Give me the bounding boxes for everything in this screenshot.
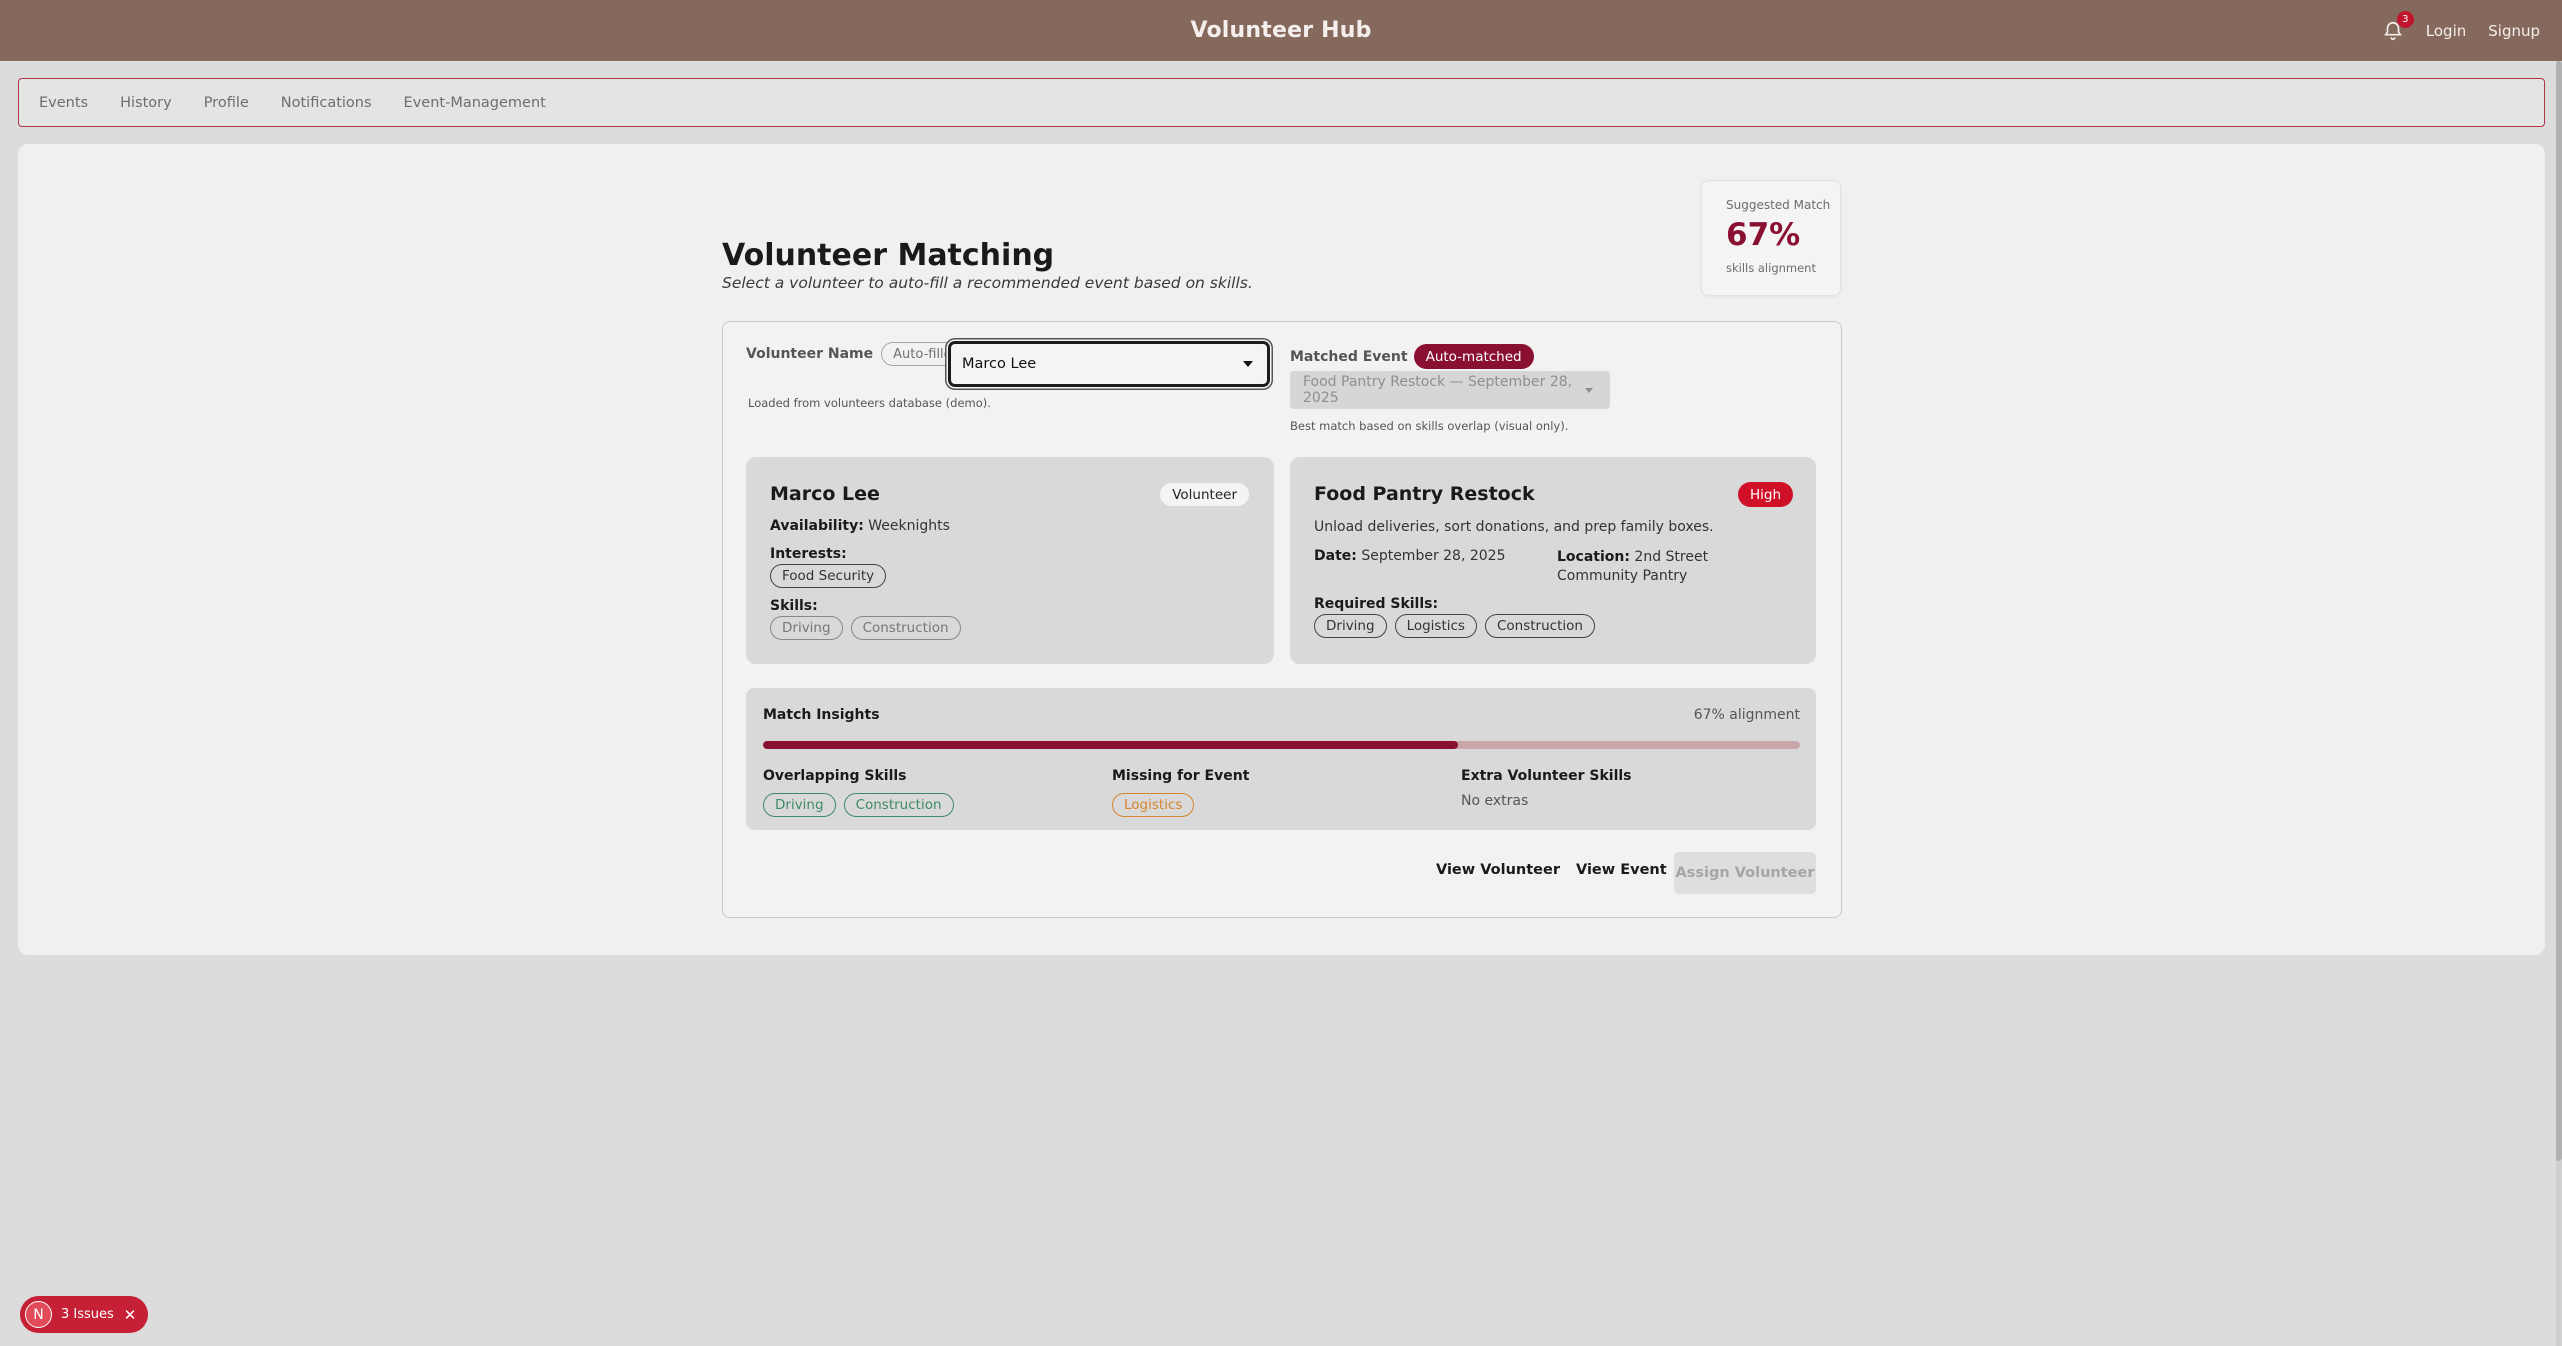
required-skill-tag: Logistics <box>1394 614 1477 638</box>
overlap-skill-tag: Construction <box>843 793 954 817</box>
view-volunteer-button[interactable]: View Volunteer <box>1436 862 1560 878</box>
event-info-card: Food Pantry Restock High Unload deliveri… <box>1290 457 1816 664</box>
top-bar-actions: 3 Login Signup <box>2382 0 2540 61</box>
assign-volunteer-button[interactable]: Assign Volunteer <box>1674 852 1816 894</box>
extra-skills-title: Extra Volunteer Skills <box>1461 768 1632 784</box>
volunteer-select[interactable]: Marco Lee <box>948 341 1270 387</box>
matched-event-select: Food Pantry Restock — September 28, 2025 <box>1290 371 1610 409</box>
extra-skills-none: No extras <box>1461 793 1529 809</box>
overlap-skill-tag: Driving <box>763 793 836 817</box>
matched-event-label: Matched Event <box>1290 348 1408 365</box>
priority-badge: High <box>1737 482 1793 507</box>
close-icon[interactable]: ✕ <box>124 1306 137 1324</box>
matched-event-row: Matched Event Auto-matched <box>1290 344 1534 369</box>
volunteer-select-value: Marco Lee <box>962 356 1037 372</box>
view-event-button[interactable]: View Event <box>1576 862 1667 878</box>
suggested-match-card: Suggested Match 67% skills alignment <box>1701 180 1841 296</box>
notification-count-badge: 3 <box>2396 10 2414 28</box>
app-title: Volunteer Hub <box>1190 18 1372 43</box>
availability-label: Availability: <box>770 518 864 534</box>
missing-skill-tag: Logistics <box>1112 793 1195 817</box>
volunteer-name-label: Volunteer Name <box>746 346 874 362</box>
missing-skills-column: Missing for Event Logistics <box>1112 768 1249 817</box>
volunteer-help-text: Loaded from volunteers database (demo). <box>748 396 991 410</box>
notifications-bell-button[interactable]: 3 <box>2382 10 2414 42</box>
event-date-row: Date: September 28, 2025 <box>1314 548 1506 564</box>
main-nav: Events History Profile Notifications Eve… <box>18 78 2545 127</box>
suggested-match-percent: 67% <box>1726 217 1801 253</box>
alignment-progress-bar <box>763 741 1800 749</box>
event-location-row: Location: 2nd Street Community Pantry <box>1557 548 1787 586</box>
suggested-match-label: Suggested Match <box>1726 198 1831 212</box>
alignment-text: 67% alignment <box>1693 707 1800 723</box>
role-badge: Volunteer <box>1160 483 1249 506</box>
required-skills-label: Required Skills: <box>1314 596 1439 612</box>
nav-item-profile[interactable]: Profile <box>204 95 249 111</box>
interests-label: Interests: <box>770 546 847 562</box>
auto-matched-chip: Auto-matched <box>1413 344 1534 369</box>
required-skills-tags: Driving Logistics Construction <box>1314 614 1595 638</box>
availability-value: Weeknights <box>868 518 950 534</box>
caret-down-icon <box>1243 361 1253 367</box>
event-name-heading: Food Pantry Restock <box>1314 483 1535 505</box>
volunteer-name-heading: Marco Lee <box>770 483 880 505</box>
signup-link[interactable]: Signup <box>2488 22 2540 40</box>
skills-label: Skills: <box>770 598 818 614</box>
skills-tags: Driving Construction <box>770 616 961 640</box>
match-insights-title: Match Insights <box>763 707 880 723</box>
missing-skills-title: Missing for Event <box>1112 768 1250 784</box>
event-date-label: Date: <box>1314 548 1357 564</box>
login-link[interactable]: Login <box>2426 22 2466 40</box>
scrollbar-thumb[interactable] <box>2556 61 2562 1161</box>
issues-count: 3 Issues <box>61 1307 114 1322</box>
nav-item-events[interactable]: Events <box>39 95 88 111</box>
next-logo-icon: N <box>25 1301 52 1328</box>
match-insights-card: Match Insights 67% alignment Overlapping… <box>746 688 1816 830</box>
overlapping-skills-column: Overlapping Skills Driving Construction <box>763 768 954 817</box>
skill-tag: Construction <box>850 616 961 640</box>
suggested-match-sub: skills alignment <box>1726 261 1816 275</box>
issues-indicator[interactable]: N 3 Issues ✕ <box>20 1296 148 1333</box>
required-skill-tag: Driving <box>1314 614 1387 638</box>
overlapping-skills-title: Overlapping Skills <box>763 768 907 784</box>
event-location-label: Location: <box>1557 549 1630 565</box>
interests-tags: Food Security <box>770 564 887 588</box>
volunteer-info-card: Marco Lee Volunteer Availability: Weekni… <box>746 457 1274 664</box>
availability-row: Availability: Weeknights <box>770 518 950 534</box>
top-bar: Volunteer Hub 3 Login Signup <box>0 0 2562 61</box>
page-scrollbar[interactable] <box>2556 61 2562 1346</box>
matched-event-help-text: Best match based on skills overlap (visu… <box>1290 419 1569 433</box>
matched-event-value: Food Pantry Restock — September 28, 2025 <box>1303 374 1573 406</box>
nav-item-history[interactable]: History <box>120 95 172 111</box>
skill-tag: Driving <box>770 616 843 640</box>
required-skill-tag: Construction <box>1484 614 1595 638</box>
event-date-value: September 28, 2025 <box>1361 548 1506 564</box>
interest-tag: Food Security <box>770 564 887 588</box>
page-title: Volunteer Matching <box>722 238 1055 273</box>
extra-skills-column: Extra Volunteer Skills No extras <box>1461 768 1632 809</box>
volunteer-name-row: Volunteer Name Auto-filled <box>746 342 972 366</box>
nav-item-event-management[interactable]: Event-Management <box>404 95 546 111</box>
caret-down-icon <box>1585 388 1593 393</box>
page-subtitle: Select a volunteer to auto-fill a recomm… <box>722 274 1253 292</box>
alignment-progress-fill <box>763 741 1458 749</box>
event-description: Unload deliveries, sort donations, and p… <box>1314 519 1714 535</box>
nav-item-notifications[interactable]: Notifications <box>281 95 372 111</box>
